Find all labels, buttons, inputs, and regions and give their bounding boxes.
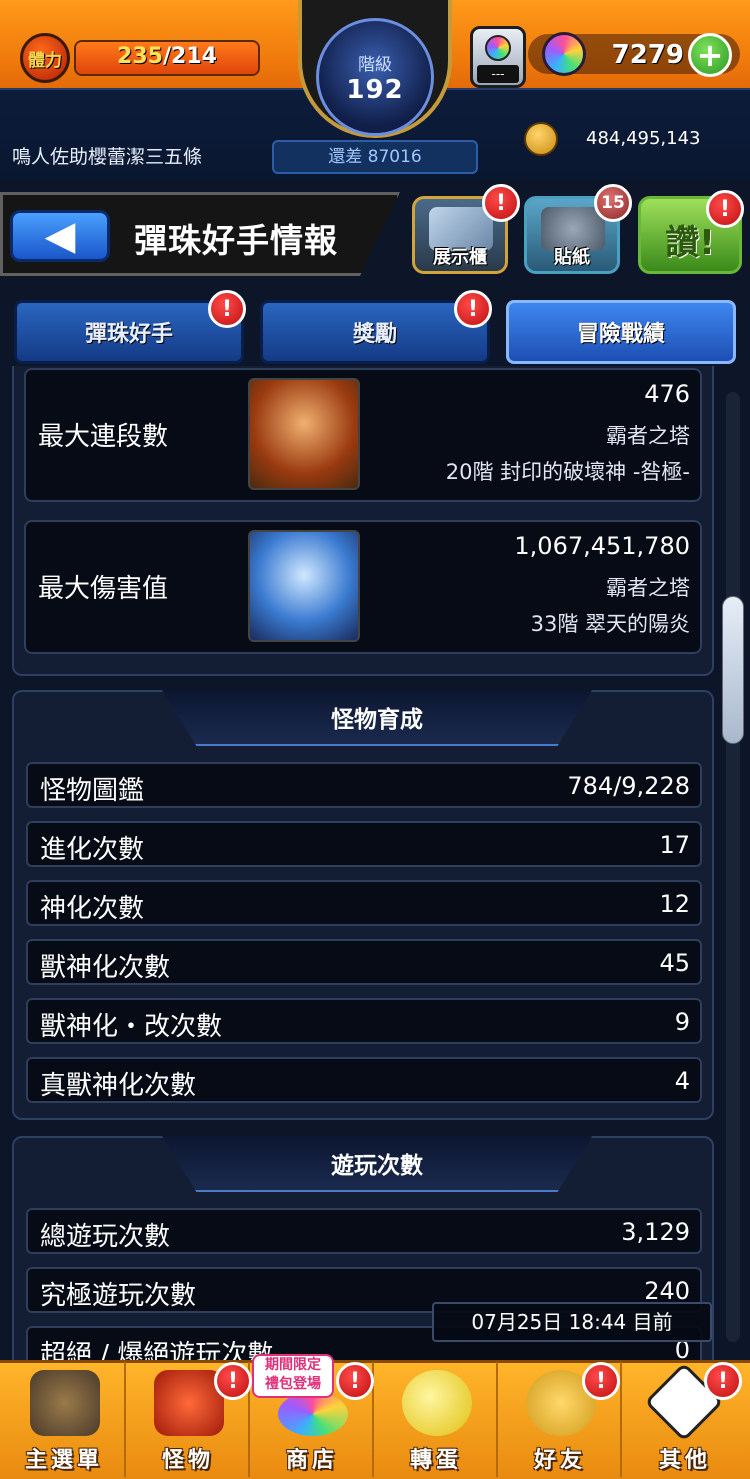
orb-count: 7279 <box>611 40 684 70</box>
showcase-alert-badge: ! <box>482 184 520 222</box>
stat-value: 17 <box>659 831 690 859</box>
nav-label: 怪物 <box>161 1448 214 1473</box>
stat-value: 9 <box>674 1008 690 1036</box>
stat-label: 獸神化・改次數 <box>40 1012 223 1042</box>
main-menu-icon <box>30 1370 100 1436</box>
stat-label: 真獸神化次數 <box>40 1071 197 1101</box>
rank-badge[interactable]: 階級 192 <box>316 18 434 136</box>
stat-value: 4 <box>674 1067 690 1095</box>
friends-alert-badge: ! <box>582 1362 620 1400</box>
rainbow-orb-icon <box>542 32 586 76</box>
nav-main-menu[interactable]: 主選單 <box>4 1362 126 1477</box>
coin-value: 484,495,143 <box>586 128 701 149</box>
gacha-egg-icon <box>402 1370 472 1436</box>
stat-value: 3,129 <box>621 1218 690 1246</box>
next-rank-remaining: 還差 87016 <box>272 140 478 174</box>
scrollbar-track[interactable] <box>726 392 740 1342</box>
player-name: 鳴人佐助櫻蕾潔三五條 <box>12 146 203 168</box>
stat-row: 神化次數 12 <box>26 880 702 926</box>
stat-label: 怪物圖鑑 <box>40 776 145 806</box>
stamina-current: 235 <box>117 44 163 69</box>
stat-label: 究極遊玩次數 <box>40 1281 197 1311</box>
back-button[interactable]: ◀ <box>10 210 110 262</box>
showcase-label: 展示櫃 <box>433 247 487 268</box>
record-place: 霸者之塔 <box>606 424 690 448</box>
nav-label: 主選單 <box>24 1448 103 1473</box>
page-title: 彈珠好手情報 <box>134 221 338 260</box>
tab-rewards-alert-badge: ! <box>454 290 492 328</box>
scrollbar-thumb[interactable] <box>722 596 744 744</box>
record-value: 1,067,451,780 <box>514 532 690 560</box>
stamina-icon: 體力 <box>20 33 70 83</box>
stat-label: 神化次數 <box>40 894 145 924</box>
shop-orb-icon <box>278 1392 348 1436</box>
limited-offer-tag: 期間限定 禮包登場 <box>252 1354 334 1398</box>
back-arrow-icon: ◀ <box>44 213 76 259</box>
record-label: 最大連段數 <box>38 422 169 452</box>
stamina-text: 235/214 <box>74 44 260 69</box>
nav-gacha[interactable]: 轉蛋 <box>376 1362 498 1477</box>
stat-label: 獸神化次數 <box>40 953 171 983</box>
nav-label: 商店 <box>285 1448 338 1473</box>
stat-value: 45 <box>659 949 690 977</box>
nav-label: 好友 <box>533 1448 586 1473</box>
tab-player-alert-badge: ! <box>208 290 246 328</box>
nav-label: 轉蛋 <box>409 1448 462 1473</box>
stamina-max: /214 <box>162 44 217 69</box>
record-stage: 20階 封印的破壞神 -咎極- <box>445 460 690 484</box>
section-title: 遊玩次數 <box>162 1136 592 1192</box>
stat-row: 獸神化・改次數 9 <box>26 998 702 1044</box>
stat-row: 怪物圖鑑 784/9,228 <box>26 762 702 808</box>
stat-value: 240 <box>644 1277 690 1305</box>
stat-row: 獸神化次數 45 <box>26 939 702 985</box>
rank-label: 階級 <box>358 54 392 75</box>
nav-label: 其他 <box>658 1448 711 1473</box>
buy-orbs-button[interactable]: + <box>688 33 732 77</box>
record-stage: 33階 翠天的陽炎 <box>530 612 690 636</box>
record-card-max-damage: 最大傷害值 1,067,451,780 霸者之塔 33階 翠天的陽炎 <box>24 520 702 654</box>
stickers-label: 貼紙 <box>554 247 590 268</box>
stat-value: 12 <box>659 890 690 918</box>
monster-portrait[interactable] <box>248 378 360 490</box>
gem-device-icon[interactable]: --- <box>470 26 526 88</box>
stat-row: 總遊玩次數 3,129 <box>26 1208 702 1254</box>
stat-value: 784/9,228 <box>567 772 690 800</box>
record-place: 霸者之塔 <box>606 576 690 600</box>
data-timestamp: 07月25日 18:44 目前 <box>432 1302 712 1342</box>
stickers-count-badge: 15 <box>594 184 632 222</box>
section-title: 怪物育成 <box>162 690 592 746</box>
monster-growth-section: 怪物育成 怪物圖鑑 784/9,228 進化次數 17 神化次數 12 獸神化次數 45… <box>12 690 714 1120</box>
stat-label: 進化次數 <box>40 835 145 865</box>
stat-label: 總遊玩次數 <box>40 1222 171 1252</box>
other-alert-badge: ! <box>704 1362 742 1400</box>
like-alert-badge: ! <box>706 190 744 228</box>
monsters-alert-badge: ! <box>214 1362 252 1400</box>
shop-alert-badge: ! <box>336 1362 374 1400</box>
gem-orb-icon <box>485 35 511 61</box>
gold-coin-icon <box>524 122 558 156</box>
stat-row: 進化次數 17 <box>26 821 702 867</box>
rank-value: 192 <box>346 74 404 105</box>
stat-row: 真獸神化次數 4 <box>26 1057 702 1103</box>
record-card-max-combo: 最大連段數 476 霸者之塔 20階 封印的破壞神 -咎極- <box>24 368 702 502</box>
record-value: 476 <box>644 380 690 408</box>
gem-device-value: --- <box>477 65 519 83</box>
record-label: 最大傷害值 <box>38 574 169 604</box>
monster-portrait[interactable] <box>248 530 360 642</box>
promo-text: 期間限定 禮包登場 <box>265 1357 321 1392</box>
tab-adventure-records[interactable]: 冒險戰績 <box>506 300 736 364</box>
